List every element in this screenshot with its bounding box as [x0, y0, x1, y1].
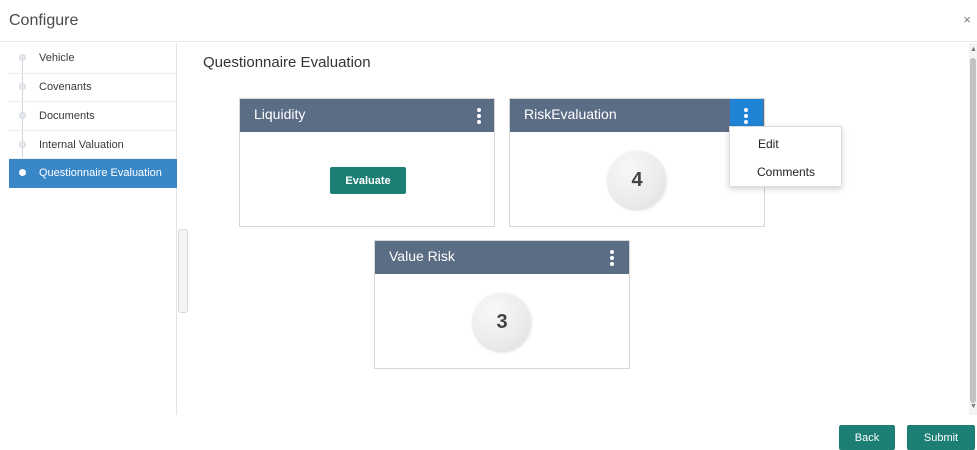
scroll-thumb[interactable] [970, 58, 976, 403]
card-title: Liquidity [254, 106, 306, 122]
step-dot-icon [19, 169, 26, 176]
card-title: RiskEvaluation [524, 106, 617, 122]
dialog-title: Configure [9, 12, 79, 29]
step-dot-icon [19, 112, 26, 119]
menu-item-edit[interactable]: Edit [730, 131, 843, 157]
step-dot-icon [19, 83, 26, 90]
scroll-down-icon[interactable]: ▼ [970, 403, 977, 410]
evaluate-button[interactable]: Evaluate [330, 167, 406, 194]
vertical-scrollbar[interactable]: ▲ ▼ [969, 43, 977, 415]
card-header: Liquidity [240, 99, 494, 132]
card-value-risk: Value Risk 3 [374, 240, 630, 369]
sidebar-collapse-handle[interactable] [178, 229, 188, 313]
sidebar: Vehicle Covenants Documents Internal Val… [0, 43, 177, 415]
sidebar-item-documents[interactable]: Documents [9, 102, 177, 131]
step-dot-icon [19, 54, 26, 61]
card-header: Value Risk [375, 241, 629, 274]
score-badge: 3 [473, 293, 531, 351]
sidebar-item-questionnaire-evaluation[interactable]: Questionnaire Evaluation [9, 159, 177, 188]
dialog-header: Configure × [0, 0, 977, 42]
card-liquidity: Liquidity Evaluate [239, 98, 495, 227]
back-button[interactable]: Back [839, 425, 895, 450]
sidebar-item-covenants[interactable]: Covenants [9, 73, 177, 102]
score-badge: 4 [608, 151, 666, 209]
menu-item-label: Comments [757, 165, 816, 179]
sidebar-item-internal-valuation[interactable]: Internal Valuation [9, 131, 177, 160]
card-title: Value Risk [389, 248, 455, 264]
step-dot-icon [19, 141, 26, 148]
kebab-menu-icon[interactable] [468, 103, 490, 128]
sidebar-item-label: Covenants [39, 81, 92, 93]
sidebar-item-label: Internal Valuation [39, 139, 124, 151]
card-options-menu: Edit Comments [729, 126, 842, 187]
sidebar-item-label: Vehicle [39, 52, 75, 64]
menu-item-label: Edit [758, 137, 779, 151]
close-icon[interactable]: × [963, 12, 971, 27]
kebab-menu-icon[interactable] [601, 245, 623, 270]
card-risk-evaluation: RiskEvaluation 4 [509, 98, 765, 227]
menu-item-comments[interactable]: Comments [730, 159, 843, 185]
page-title: Questionnaire Evaluation [203, 54, 371, 71]
card-header: RiskEvaluation [510, 99, 764, 132]
sidebar-item-label: Documents [39, 110, 95, 122]
submit-button[interactable]: Submit [907, 425, 975, 450]
scroll-up-icon[interactable]: ▲ [970, 46, 977, 53]
sidebar-item-vehicle[interactable]: Vehicle [9, 44, 177, 73]
sidebar-item-label: Questionnaire Evaluation [39, 167, 162, 179]
